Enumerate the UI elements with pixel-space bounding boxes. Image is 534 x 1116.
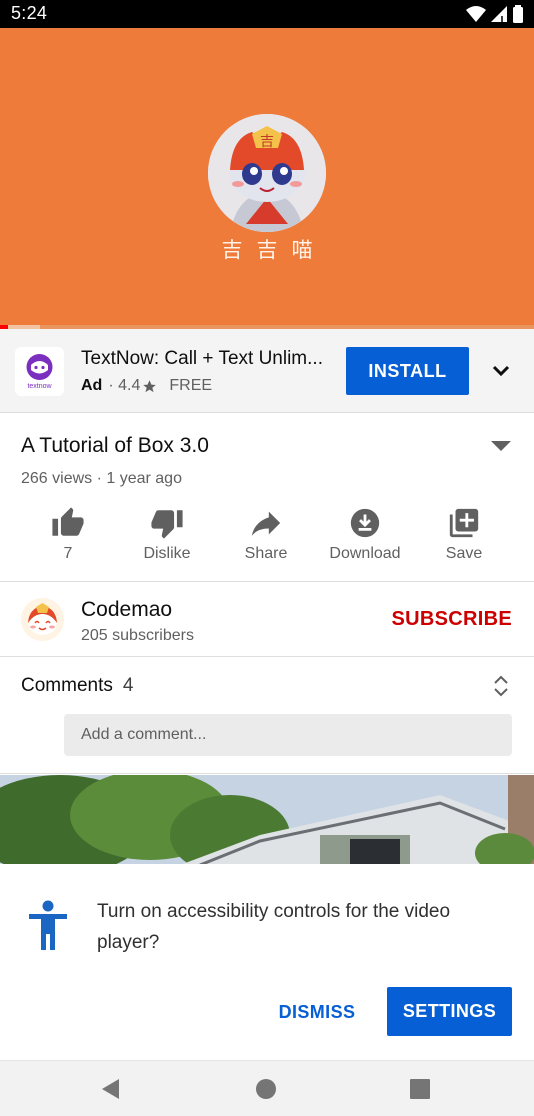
- cat-mascot-icon: 吉: [208, 114, 326, 232]
- share-button[interactable]: Share: [216, 506, 316, 566]
- next-video-thumbnail[interactable]: [0, 775, 534, 865]
- video-title[interactable]: A Tutorial of Box 3.0: [21, 434, 209, 458]
- ad-separator: ·: [108, 377, 119, 394]
- accessibility-message: Turn on accessibility controls for the v…: [97, 901, 451, 953]
- house-thumbnail-image: [0, 775, 534, 865]
- settings-button[interactable]: SETTINGS: [387, 987, 512, 1036]
- subscriber-count: 205 subscribers: [81, 627, 194, 644]
- youtube-watch-screen: 5:24 吉 吉吉喵 textnow TextNow: Call + Text …: [0, 0, 534, 1116]
- ad-meta: Ad · 4.4 FREE: [81, 377, 212, 395]
- video-info-section: A Tutorial of Box 3.0 266 views · 1 year…: [0, 414, 534, 582]
- video-caption-text: 吉吉喵: [221, 238, 327, 262]
- download-label: Download: [329, 545, 401, 562]
- comments-label: Comments: [21, 675, 113, 696]
- save-button[interactable]: Save: [414, 506, 514, 566]
- share-label: Share: [244, 545, 288, 562]
- comments-header[interactable]: Comments 4: [21, 675, 133, 697]
- video-stats: 266 views · 1 year ago: [21, 470, 182, 487]
- channel-name[interactable]: Codemao: [81, 598, 172, 622]
- back-icon[interactable]: [99, 1077, 123, 1101]
- dismiss-button[interactable]: DISMISS: [266, 988, 368, 1036]
- save-label: Save: [445, 545, 483, 562]
- ad-expand-button[interactable]: [486, 357, 516, 385]
- playlist-add-icon: [449, 508, 479, 538]
- textnow-app-icon: textnow: [15, 347, 64, 396]
- install-button[interactable]: INSTALL: [346, 347, 469, 395]
- expand-comments-icon[interactable]: [492, 674, 510, 698]
- dislike-label: Dislike: [143, 545, 191, 562]
- system-nav-bar: [0, 1060, 534, 1116]
- dislike-button[interactable]: Dislike: [117, 506, 217, 566]
- ad-price: FREE: [169, 377, 213, 394]
- channel-avatar[interactable]: [21, 598, 64, 641]
- svg-text:吉: 吉: [260, 134, 274, 150]
- expand-description-icon[interactable]: [489, 438, 513, 454]
- subscribe-button[interactable]: SUBSCRIBE: [392, 608, 513, 631]
- ad-banner[interactable]: textnow TextNow: Call + Text Unlim... Ad…: [0, 329, 534, 413]
- status-icons: [466, 4, 524, 24]
- add-comment-input[interactable]: Add a comment...: [64, 714, 512, 756]
- download-button[interactable]: Download: [315, 506, 415, 566]
- recents-icon[interactable]: [408, 1077, 432, 1101]
- accessibility-prompt: Turn on accessibility controls for the v…: [0, 864, 534, 1060]
- download-icon: [350, 508, 380, 538]
- status-time: 5:24: [11, 3, 48, 23]
- like-count: 7: [63, 545, 73, 562]
- channel-row[interactable]: Codemao 205 subscribers SUBSCRIBE: [0, 583, 534, 657]
- chevron-down-icon: [492, 365, 510, 377]
- comments-section[interactable]: Comments 4 Add a comment...: [0, 658, 534, 774]
- signal-icon: [491, 6, 507, 22]
- video-channel-artwork: 吉: [208, 114, 326, 232]
- ad-app-title[interactable]: TextNow: Call + Text Unlim...: [81, 348, 323, 370]
- thumb-down-icon: [151, 510, 183, 539]
- comments-count: 4: [122, 675, 134, 696]
- battery-icon: [513, 5, 523, 23]
- star-icon: [143, 379, 157, 392]
- share-icon: [251, 511, 281, 536]
- video-actions: 7 Dislike Share Download Save: [18, 506, 516, 566]
- home-icon[interactable]: [254, 1077, 278, 1101]
- accessibility-icon: [29, 900, 67, 950]
- wifi-icon: [466, 6, 486, 22]
- app-icon-text: textnow: [27, 383, 52, 390]
- video-player[interactable]: 吉 吉吉喵: [0, 28, 534, 328]
- ad-badge: Ad: [81, 377, 103, 394]
- ad-rating: 4.4: [118, 377, 141, 394]
- like-button[interactable]: 7: [18, 506, 118, 566]
- status-bar: 5:24: [0, 0, 534, 28]
- thumb-up-icon: [52, 507, 84, 536]
